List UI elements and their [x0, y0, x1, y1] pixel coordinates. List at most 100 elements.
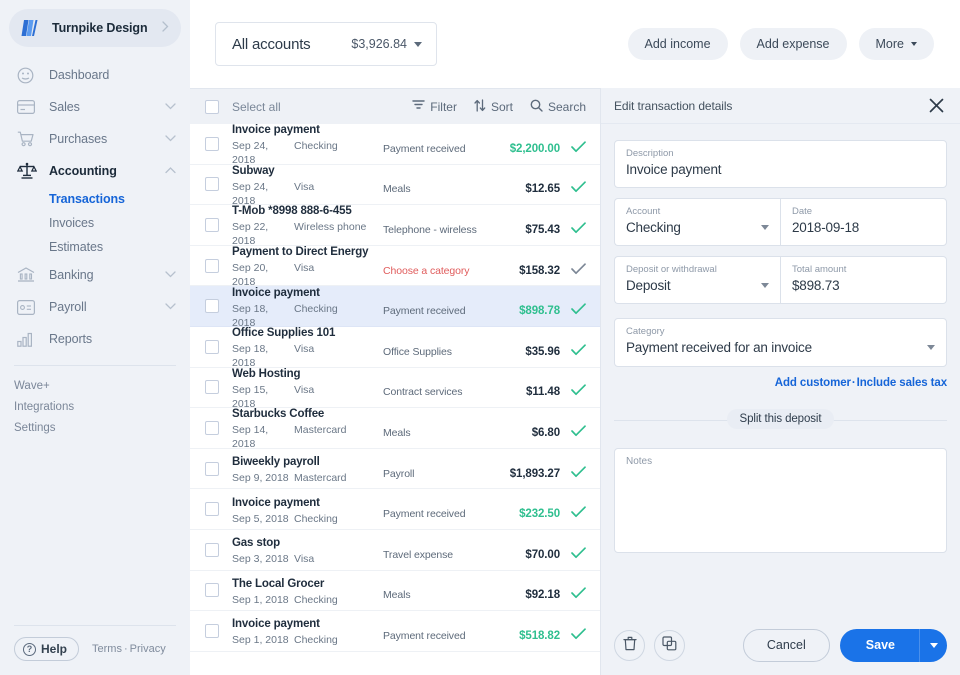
add-income-button[interactable]: Add income	[628, 28, 728, 60]
row-category[interactable]: Payroll	[383, 458, 488, 480]
row-category[interactable]: Telephone - wireless	[383, 214, 488, 236]
deposit-label: Deposit or withdrawal	[626, 264, 769, 276]
brand-switcher[interactable]: Turnpike Design	[9, 9, 181, 47]
row-verified-icon[interactable]	[560, 252, 586, 280]
sidebar-item-settings[interactable]: Settings	[0, 417, 190, 438]
row-category[interactable]: Meals	[383, 173, 488, 195]
table-row[interactable]: Invoice paymentSep 24, 2018CheckingPayme…	[190, 124, 600, 165]
table-row[interactable]: Invoice paymentSep 18, 2018CheckingPayme…	[190, 286, 600, 327]
row-checkbox[interactable]	[205, 137, 219, 151]
table-row[interactable]: Payment to Direct EnergySep 20, 2018Visa…	[190, 246, 600, 287]
row-checkbox[interactable]	[205, 462, 219, 476]
deposit-or-withdrawal-field[interactable]: Deposit or withdrawal Deposit	[614, 256, 780, 304]
date-field[interactable]: Date 2018-09-18	[780, 198, 947, 246]
table-row[interactable]: T-Mob *8998 888-6-455Sep 22, 2018Wireles…	[190, 205, 600, 246]
sidebar-item-integrations[interactable]: Integrations	[0, 396, 190, 417]
row-checkbox[interactable]	[205, 340, 219, 354]
account-selector[interactable]: All accounts $3,926.84	[215, 22, 437, 66]
search-button[interactable]: Search	[530, 99, 586, 115]
row-verified-icon[interactable]	[560, 170, 586, 198]
sidebar-item-payroll[interactable]: Payroll	[0, 291, 190, 323]
row-category[interactable]: Payment received	[383, 498, 488, 520]
save-button[interactable]: Save	[840, 629, 919, 662]
close-icon[interactable]	[929, 98, 944, 113]
row-category[interactable]: Meals	[383, 417, 488, 439]
sidebar-item-dashboard[interactable]: Dashboard	[0, 59, 190, 91]
row-verified-icon[interactable]	[560, 414, 586, 442]
table-row[interactable]: Office Supplies 101Sep 18, 2018VisaOffic…	[190, 327, 600, 368]
row-category[interactable]: Contract services	[383, 376, 488, 398]
row-category[interactable]: Travel expense	[383, 539, 488, 561]
table-row[interactable]: The Local GrocerSep 1, 2018CheckingMeals…	[190, 571, 600, 612]
row-category[interactable]: Payment received	[383, 620, 488, 642]
row-verified-icon[interactable]	[560, 617, 586, 645]
delete-button[interactable]	[614, 630, 645, 661]
row-verified-icon[interactable]	[560, 211, 586, 239]
row-checkbox[interactable]	[205, 583, 219, 597]
dashboard-icon	[17, 67, 39, 84]
row-category[interactable]: Choose a category	[383, 255, 488, 277]
description-field[interactable]: Description Invoice payment	[614, 140, 947, 188]
table-row[interactable]: Biweekly payrollSep 9, 2018MastercardPay…	[190, 449, 600, 490]
row-verified-icon[interactable]	[560, 373, 586, 401]
add-customer-link[interactable]: Add customer	[775, 377, 851, 389]
row-verified-icon[interactable]	[560, 292, 586, 320]
account-field[interactable]: Account Checking	[614, 198, 780, 246]
privacy-link[interactable]: Privacy	[130, 643, 166, 655]
row-checkbox[interactable]	[205, 177, 219, 191]
row-verified-icon[interactable]	[560, 495, 586, 523]
row-date: Sep 1, 2018	[232, 633, 294, 647]
row-checkbox[interactable]	[205, 299, 219, 313]
sidebar-item-wave-plus[interactable]: Wave+	[0, 375, 190, 396]
row-checkbox[interactable]	[205, 502, 219, 516]
row-title: Gas stop	[232, 537, 280, 549]
sidebar-item-invoices[interactable]: Invoices	[0, 211, 190, 235]
add-expense-button[interactable]: Add expense	[740, 28, 847, 60]
table-row[interactable]: Web HostingSep 15, 2018VisaContract serv…	[190, 368, 600, 409]
sidebar-item-purchases[interactable]: Purchases	[0, 123, 190, 155]
table-row[interactable]: Invoice paymentSep 5, 2018CheckingPaymen…	[190, 489, 600, 530]
table-row[interactable]: Gas stopSep 3, 2018VisaTravel expense$70…	[190, 530, 600, 571]
sidebar-item-reports[interactable]: Reports	[0, 323, 190, 355]
row-category[interactable]: Office Supplies	[383, 336, 488, 358]
notes-field[interactable]: Notes	[614, 448, 947, 553]
total-amount-field[interactable]: Total amount $898.73	[780, 256, 947, 304]
row-checkbox[interactable]	[205, 259, 219, 273]
row-category[interactable]: Payment received	[383, 133, 488, 155]
cancel-button[interactable]: Cancel	[743, 629, 830, 662]
row-checkbox[interactable]	[205, 624, 219, 638]
terms-link[interactable]: Terms	[92, 643, 122, 655]
row-verified-icon[interactable]	[560, 576, 586, 604]
table-row[interactable]: Invoice paymentSep 1, 2018CheckingPaymen…	[190, 611, 600, 652]
row-verified-icon[interactable]	[560, 130, 586, 158]
sidebar-item-accounting[interactable]: Accounting	[0, 155, 190, 187]
row-checkbox[interactable]	[205, 543, 219, 557]
more-button[interactable]: More	[859, 28, 934, 60]
duplicate-button[interactable]	[654, 630, 685, 661]
select-all-checkbox[interactable]	[205, 100, 219, 114]
row-verified-icon[interactable]	[560, 455, 586, 483]
sidebar-item-estimates[interactable]: Estimates	[0, 235, 190, 259]
row-verified-icon[interactable]	[560, 536, 586, 564]
more-label: More	[876, 37, 904, 51]
row-title: The Local Grocer	[232, 578, 324, 590]
row-date: Sep 9, 2018	[232, 471, 294, 485]
sidebar-item-banking[interactable]: Banking	[0, 259, 190, 291]
row-checkbox[interactable]	[205, 218, 219, 232]
help-button[interactable]: ? Help	[14, 637, 79, 661]
sidebar-item-transactions[interactable]: Transactions	[0, 187, 190, 211]
split-this-deposit-button[interactable]: Split this deposit	[727, 409, 835, 429]
row-verified-icon[interactable]	[560, 333, 586, 361]
save-options-button[interactable]	[919, 629, 947, 662]
sidebar-item-sales[interactable]: Sales	[0, 91, 190, 123]
sort-button[interactable]: Sort	[474, 99, 513, 115]
row-category[interactable]: Payment received	[383, 295, 488, 317]
include-sales-tax-link[interactable]: Include sales tax	[857, 377, 947, 389]
table-row[interactable]: SubwaySep 24, 2018VisaMeals$12.65	[190, 165, 600, 206]
row-checkbox[interactable]	[205, 380, 219, 394]
category-field[interactable]: Category Payment received for an invoice	[614, 318, 947, 367]
table-row[interactable]: Starbucks CoffeeSep 14, 2018MastercardMe…	[190, 408, 600, 449]
row-category[interactable]: Meals	[383, 579, 488, 601]
filter-button[interactable]: Filter	[412, 99, 457, 114]
row-checkbox[interactable]	[205, 421, 219, 435]
